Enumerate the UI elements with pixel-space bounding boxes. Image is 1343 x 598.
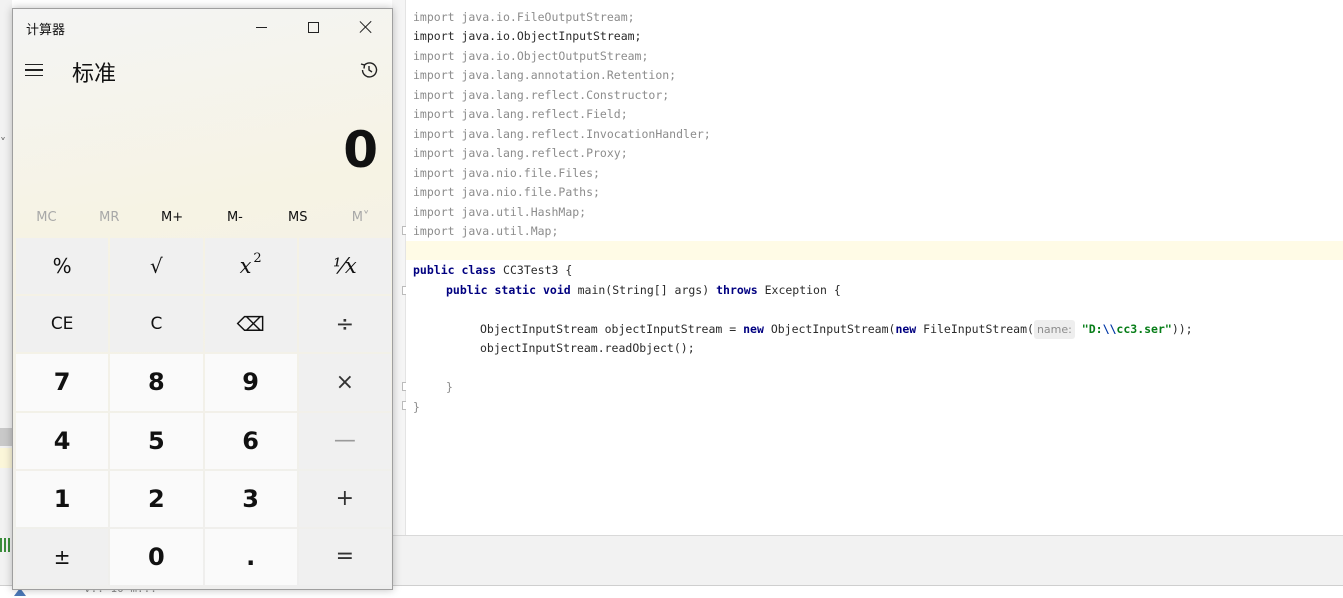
equals-button[interactable]: = <box>298 528 391 585</box>
chevron-down-icon[interactable]: ˅ <box>0 136 12 154</box>
hamburger-menu-icon[interactable] <box>25 59 47 81</box>
digit-1-button[interactable]: 1 <box>16 470 109 527</box>
digit-0-button[interactable]: 0 <box>110 528 203 585</box>
clear-entry-button[interactable]: CE <box>16 296 109 353</box>
keypad: % √ x2 ⅟x CE C ⌫ ÷ 7 8 9 × 4 5 6 — 1 2 3… <box>16 238 391 585</box>
editor-gutter <box>392 0 410 535</box>
digit-5-button[interactable]: 5 <box>110 412 203 469</box>
close-button[interactable] <box>340 9 392 45</box>
digit-8-button[interactable]: 8 <box>110 354 203 411</box>
app-title: 计算器 <box>26 23 66 38</box>
import-line: import java.lang.reflect.InvocationHandl… <box>413 127 711 141</box>
import-line: import java.lang.reflect.Field; <box>413 107 628 121</box>
main-method-line: public static void main(String[] args) t… <box>446 283 841 297</box>
class-close-brace: } <box>413 400 420 414</box>
memory-clear-button[interactable]: MC <box>15 205 78 231</box>
import-line: import java.util.Map; <box>413 224 559 238</box>
negate-button[interactable]: ± <box>16 528 109 585</box>
digit-7-button[interactable]: 7 <box>16 354 109 411</box>
import-line: import java.io.ObjectOutputStream; <box>413 49 649 63</box>
digit-2-button[interactable]: 2 <box>110 470 203 527</box>
import-line: import java.lang.annotation.Retention; <box>413 68 677 82</box>
divide-button[interactable]: ÷ <box>298 296 391 353</box>
digit-6-button[interactable]: 6 <box>204 412 297 469</box>
class-declaration-line: public class CC3Test3 { <box>413 263 573 277</box>
ide-left-tool-strip: ˅ <box>0 0 12 598</box>
parameter-hint: name: <box>1033 320 1075 339</box>
current-line-highlight <box>406 241 1343 260</box>
import-line: import java.lang.reflect.Proxy; <box>413 146 628 160</box>
decimal-button[interactable]: . <box>204 528 297 585</box>
import-line: import java.io.ObjectInputStream; <box>413 29 642 43</box>
mode-title: 标准 <box>72 62 117 87</box>
statement-line: objectInputStream.readObject(); <box>480 341 695 355</box>
square-button[interactable]: x2 <box>204 238 297 295</box>
import-line: import java.util.HashMap; <box>413 205 587 219</box>
maximize-icon <box>307 21 319 33</box>
minimize-button[interactable] <box>235 9 287 45</box>
memory-add-button[interactable]: M+ <box>141 205 204 231</box>
reciprocal-button[interactable]: ⅟x <box>298 238 391 295</box>
square-root-button[interactable]: √ <box>110 238 203 295</box>
memory-list-button[interactable]: M˅ <box>329 205 392 231</box>
memory-recall-button[interactable]: MR <box>78 205 141 231</box>
project-tree-selected-row[interactable] <box>0 428 12 446</box>
digit-3-button[interactable]: 3 <box>204 470 297 527</box>
minimize-icon <box>255 26 267 28</box>
import-line: import java.nio.file.Files; <box>413 166 600 180</box>
memory-subtract-button[interactable]: M- <box>203 205 266 231</box>
method-close-brace: } <box>446 380 453 394</box>
multiply-button[interactable]: × <box>298 354 391 411</box>
history-icon[interactable] <box>358 59 380 81</box>
result-display: 0 <box>343 121 378 179</box>
import-line: import java.nio.file.Paths; <box>413 185 600 199</box>
project-tree-highlight-row <box>0 448 12 468</box>
memory-store-button[interactable]: MS <box>266 205 329 231</box>
digit-9-button[interactable]: 9 <box>204 354 297 411</box>
profiler-chart-icon[interactable] <box>0 538 12 552</box>
add-button[interactable]: + <box>298 470 391 527</box>
import-line: import java.io.FileOutputStream; <box>413 10 635 24</box>
percent-button[interactable]: % <box>16 238 109 295</box>
statement-line: ObjectInputStream objectInputStream = ne… <box>480 320 1193 339</box>
code-editor[interactable]: import java.io.FileOutputStream; import j… <box>406 0 1343 535</box>
calculator-window: 计算器 标准 0 MC MR M+ M- MS M˅ % √ x2 ⅟x CE C ⌫ ÷… <box>12 8 393 590</box>
close-icon <box>359 20 373 34</box>
memory-row: MC MR M+ M- MS M˅ <box>15 205 392 231</box>
subtract-button[interactable]: — <box>298 412 391 469</box>
import-line: import java.lang.reflect.Constructor; <box>413 88 670 102</box>
maximize-button[interactable] <box>287 9 339 45</box>
clear-button[interactable]: C <box>110 296 203 353</box>
backspace-icon: ⌫ <box>236 312 265 337</box>
title-bar[interactable]: 计算器 <box>13 9 392 47</box>
ide-bottom-panel <box>392 535 1343 585</box>
digit-4-button[interactable]: 4 <box>16 412 109 469</box>
backspace-button[interactable]: ⌫ <box>204 296 297 353</box>
